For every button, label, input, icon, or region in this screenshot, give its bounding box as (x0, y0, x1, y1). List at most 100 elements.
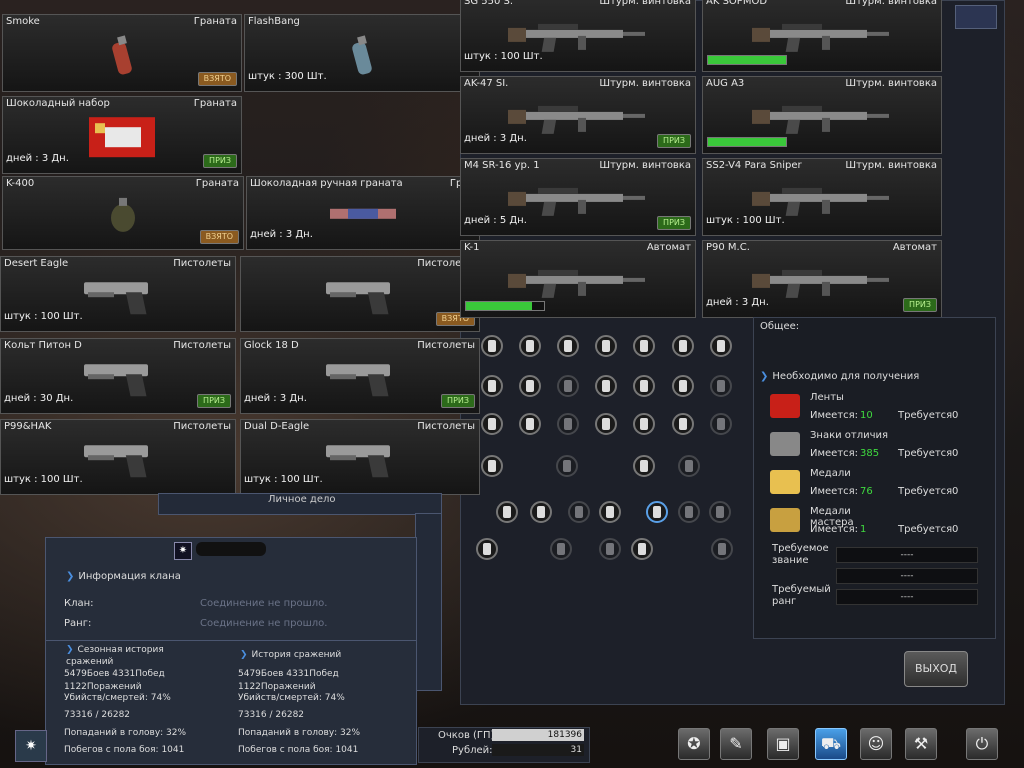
skill-node-icon[interactable] (481, 455, 503, 477)
bottom-left-button[interactable]: ✷ (15, 730, 47, 762)
req-have-label: Имеется: (810, 410, 859, 421)
left-item-card[interactable]: Шоколадный набор Граната дней : 3 Дн. ПРИЗ (2, 96, 242, 174)
right-item-card[interactable]: AK-47 SI. Штурм. винтовка дней : 3 Дн. ПРИ… (460, 76, 696, 154)
item-name: P90 M.C. (706, 242, 750, 253)
left-item-card[interactable]: P99&HAK Пистолеты штук : 100 Шт. (0, 419, 236, 495)
personal-file-label: Личное дело (268, 494, 336, 505)
skill-node-icon[interactable] (550, 538, 572, 560)
item-duration: дней : 5 Дн. (464, 215, 527, 226)
top-right-tab[interactable] (955, 5, 997, 29)
item-name: P99&HAK (4, 421, 52, 432)
exit-button[interactable]: ВЫХОД (904, 651, 968, 687)
right-item-card[interactable]: AUG A3 Штурм. винтовка (702, 76, 942, 154)
ribbons-icon (770, 394, 800, 418)
season-kd: Убийств/смертей: 74% (64, 693, 171, 703)
item-duration: дней : 3 Дн. (706, 297, 769, 308)
item-duration: штук : 100 Шт. (4, 474, 83, 485)
left-item-card[interactable]: K-400 Граната ВЗЯТО (2, 176, 244, 250)
skill-node-icon[interactable] (519, 375, 541, 397)
skill-node-icon[interactable] (481, 413, 503, 435)
rank-label: Ранг: (64, 618, 92, 629)
right-item-card[interactable]: P90 M.C. Автомат дней : 3 Дн. ПРИЗ (702, 240, 942, 318)
skill-node-icon[interactable] (557, 413, 579, 435)
skill-node-icon[interactable] (557, 335, 579, 357)
right-item-card[interactable]: SS2-V4 Para Sniper Штурм. винтовка штук :… (702, 158, 942, 236)
missions-button[interactable]: ✎ (720, 728, 752, 760)
item-name: Шоколадный набор (6, 98, 110, 109)
skill-node-icon[interactable] (530, 501, 552, 523)
personal-file-side-panel (415, 513, 442, 691)
skill-node-icon[interactable] (595, 335, 617, 357)
skill-node-icon[interactable] (710, 335, 732, 357)
clan-value: Соединение не прошло. (200, 598, 328, 609)
skill-node-icon[interactable] (496, 501, 518, 523)
item-duration: дней : 3 Дн. (244, 393, 307, 404)
skill-node-icon[interactable] (595, 413, 617, 435)
skill-node-icon[interactable] (633, 413, 655, 435)
skill-node-icon[interactable] (678, 455, 700, 477)
skill-node-icon[interactable] (710, 375, 732, 397)
skill-node-icon[interactable] (672, 335, 694, 357)
emblem-icon: ✪ (687, 734, 701, 753)
skill-node-icon[interactable] (557, 375, 579, 397)
left-item-card[interactable]: Кольт Питон D Пистолеты дней : 30 Дн. ПРИЗ (0, 338, 236, 414)
skill-node-icon[interactable] (481, 335, 503, 357)
item-name: K-1 (464, 242, 480, 253)
left-item-card[interactable]: Smoke Граната ВЗЯТО (2, 14, 242, 92)
left-item-card[interactable]: FlashBang штук : 300 Шт. (244, 14, 480, 92)
skill-node-icon[interactable] (633, 335, 655, 357)
right-item-card[interactable]: AK SOPMOD Штурм. винтовка (702, 0, 942, 72)
requirements-header: ❯ Необходимо для получения (760, 371, 920, 382)
rank-value: Соединение не прошло. (200, 618, 328, 629)
settings-button[interactable]: ⚒ (905, 728, 937, 760)
skill-node-icon[interactable] (599, 501, 621, 523)
skill-node-icon[interactable] (710, 413, 732, 435)
inventory-button[interactable]: ▣ (767, 728, 799, 760)
season-header: ❯ Сезонная история сражений (66, 645, 164, 667)
skill-node-icon[interactable] (672, 375, 694, 397)
req-have-label: Имеется: (810, 448, 859, 459)
right-item-card[interactable]: SG 550 S. Штурм. винтовка штук : 100 Шт. (460, 0, 696, 72)
skill-node-icon[interactable] (476, 538, 498, 560)
left-item-card[interactable]: Шоколадная ручная гранатаГрандней : 3 Дн… (246, 176, 480, 250)
skill-node-icon[interactable] (556, 455, 578, 477)
community-button[interactable]: ☺ (860, 728, 892, 760)
skill-node-icon[interactable] (568, 501, 590, 523)
left-item-card[interactable]: Glock 18 D Пистолеты дней : 3 Дн. ПРИЗ (240, 338, 480, 414)
insignia-icon (770, 432, 800, 456)
item-category: Штурм. винтовка (845, 160, 937, 171)
skill-node-icon[interactable] (646, 501, 668, 523)
emblem-button[interactable]: ✪ (678, 728, 710, 760)
req-item-label: Знаки отличия (810, 430, 889, 441)
skill-node-icon[interactable] (709, 501, 731, 523)
exit-game-button[interactable]: ⏻ (966, 728, 998, 760)
skill-node-icon[interactable] (519, 413, 541, 435)
chevron-right-icon: ❯ (66, 571, 75, 582)
skill-node-icon[interactable] (711, 538, 733, 560)
skill-node-icon[interactable] (599, 538, 621, 560)
left-item-card[interactable]: Dual D-Eagle Пистолеты штук : 100 Шт. (240, 419, 480, 495)
left-item-card[interactable]: Desert Eagle Пистолеты штук : 100 Шт. (0, 256, 236, 332)
battle-headshots: Попаданий в голову: 32% (238, 728, 361, 738)
skill-node-icon[interactable] (633, 455, 655, 477)
season-battles: 5479Боев 4331Побед (64, 669, 165, 679)
left-item-card[interactable]: Пистолеты ВЗЯТО (240, 256, 480, 332)
skill-node-icon[interactable] (672, 413, 694, 435)
clan-info-panel: ✷ ❯ Информация клана Клан: Соединение не … (45, 537, 417, 765)
shop-button[interactable]: ⛟ (815, 728, 847, 760)
skill-node-icon[interactable] (678, 501, 700, 523)
item-duration: дней : 3 Дн. (6, 153, 69, 164)
req-title-field: ---- (836, 547, 978, 563)
clan-info-header: ❯ Информация клана (66, 571, 181, 582)
battle-kd: Убийств/смертей: 74% (238, 693, 345, 703)
skill-node-icon[interactable] (631, 538, 653, 560)
right-item-card[interactable]: M4 SR-16 ур. 1 Штурм. винтовка дней : 5 Д… (460, 158, 696, 236)
right-item-card[interactable]: K-1 Автомат (460, 240, 696, 318)
divider (46, 640, 416, 641)
skill-node-icon[interactable] (595, 375, 617, 397)
item-name: K-400 (6, 178, 35, 189)
skill-node-icon[interactable] (633, 375, 655, 397)
skill-node-icon[interactable] (519, 335, 541, 357)
req-need-label: Требуется (898, 486, 953, 497)
skill-node-icon[interactable] (481, 375, 503, 397)
